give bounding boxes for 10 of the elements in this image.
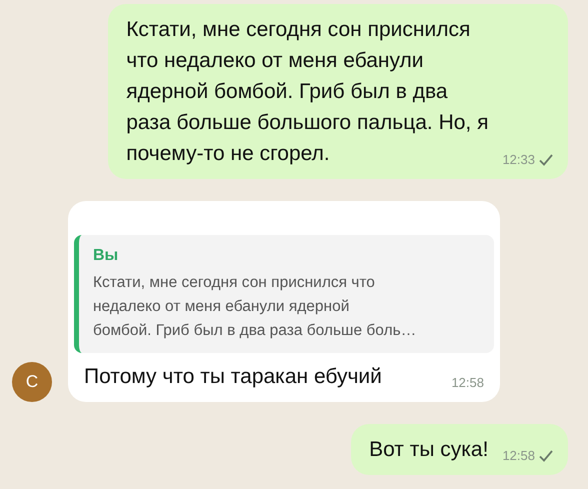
message-text: Кстати, мне сегодня сон приснился что недалеко от меня ебанули ядерной бомбой. Гриб был в два раза больше большого пальца. Но, я почему-то не сгорел. (126, 17, 488, 167)
message-text: Вот ты сука! (369, 437, 488, 463)
message-text: Потому что ты таракан ебучий (84, 364, 382, 390)
quote-author: Вы (93, 247, 120, 265)
message-time: 12:33 (502, 152, 535, 167)
message-time: 12:58 (502, 448, 535, 463)
quote-text: Кстати, мне сегодня сон приснился что недалеко от меня ебанули ядерной бомбой. Гриб был в два раза больше боль… (93, 273, 418, 341)
quoted-message[interactable]: Вы Кстати, мне сегодня сон приснился что недалеко от меня ебанули ядерной бомбой. Гриб был в два раза больше боль… (74, 235, 494, 353)
message-time: 12:58 (451, 375, 484, 392)
avatar[interactable]: С (12, 362, 52, 402)
